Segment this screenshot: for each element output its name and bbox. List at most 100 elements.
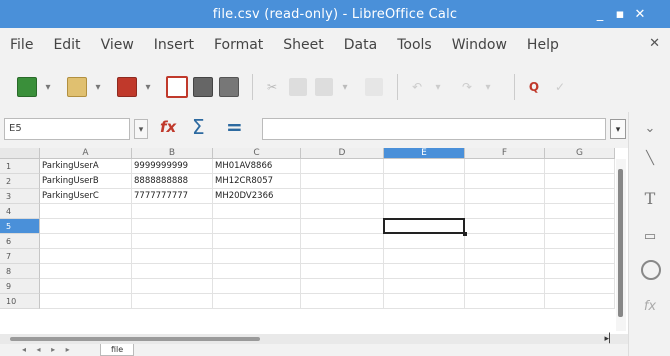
cell-f9[interactable]: [465, 279, 545, 294]
cell-e10[interactable]: [384, 294, 465, 309]
cell-f8[interactable]: [465, 264, 545, 279]
undo-dropdown-icon[interactable]: ▾: [432, 76, 444, 98]
cell-d8[interactable]: [301, 264, 384, 279]
cell-d4[interactable]: [301, 204, 384, 219]
vertical-scroll-thumb[interactable]: [618, 169, 623, 317]
sidebar-navigator-icon[interactable]: [641, 260, 661, 280]
clone-formatting-icon[interactable]: [363, 76, 385, 98]
cell-e4[interactable]: [384, 204, 465, 219]
row-header-1[interactable]: 1: [0, 159, 40, 174]
sidebar-functions-icon[interactable]: fx: [640, 296, 660, 316]
column-header-e[interactable]: E: [384, 148, 465, 159]
cell-e7[interactable]: [384, 249, 465, 264]
cell-c6[interactable]: [213, 234, 301, 249]
cell-a5[interactable]: [40, 219, 132, 234]
paste-icon[interactable]: [313, 76, 335, 98]
export-pdf-icon[interactable]: [166, 76, 188, 98]
menu-format[interactable]: Format: [204, 37, 273, 53]
cell-g7[interactable]: [545, 249, 615, 264]
cell-a7[interactable]: [40, 249, 132, 264]
spelling-icon[interactable]: ✓: [549, 76, 571, 98]
sidebar-properties-icon[interactable]: ╲: [640, 148, 660, 168]
cell-b6[interactable]: [132, 234, 213, 249]
cell-a2[interactable]: ParkingUserB: [40, 174, 132, 189]
cell-d10[interactable]: [301, 294, 384, 309]
row-header-8[interactable]: 8: [0, 264, 40, 279]
cell-f3[interactable]: [465, 189, 545, 204]
undo-icon[interactable]: ↶: [406, 76, 428, 98]
cell-e1[interactable]: [384, 159, 465, 174]
scroll-right-icon[interactable]: ▸▏: [605, 334, 616, 344]
cut-icon[interactable]: ✂: [261, 76, 283, 98]
cell-g6[interactable]: [545, 234, 615, 249]
cell-d5[interactable]: [301, 219, 384, 234]
row-header-10[interactable]: 10: [0, 294, 40, 309]
formula-icon[interactable]: =: [226, 115, 243, 139]
menu-insert[interactable]: Insert: [144, 37, 204, 53]
column-header-f[interactable]: F: [465, 148, 545, 159]
menu-sheet[interactable]: Sheet: [273, 37, 333, 53]
open-folder-icon[interactable]: [66, 76, 88, 98]
print-preview-icon[interactable]: [218, 76, 240, 98]
cell-a8[interactable]: [40, 264, 132, 279]
cell-d9[interactable]: [301, 279, 384, 294]
redo-dropdown-icon[interactable]: ▾: [482, 76, 494, 98]
cell-c3[interactable]: MH20DV2366: [213, 189, 301, 204]
cell-g3[interactable]: [545, 189, 615, 204]
menu-view[interactable]: View: [91, 37, 144, 53]
cell-b3[interactable]: 7777777777: [132, 189, 213, 204]
cell-d6[interactable]: [301, 234, 384, 249]
cell-e6[interactable]: [384, 234, 465, 249]
paste-dropdown-icon[interactable]: ▾: [339, 76, 351, 98]
cell-d1[interactable]: [301, 159, 384, 174]
sidebar-gallery-icon[interactable]: ▭: [640, 226, 660, 246]
menu-help[interactable]: Help: [517, 37, 569, 53]
row-header-9[interactable]: 9: [0, 279, 40, 294]
menu-data[interactable]: Data: [334, 37, 387, 53]
cell-b10[interactable]: [132, 294, 213, 309]
column-header-a[interactable]: A: [40, 148, 132, 159]
menu-tools[interactable]: Tools: [387, 37, 442, 53]
select-all-corner[interactable]: [0, 148, 40, 159]
save-icon[interactable]: [116, 76, 138, 98]
function-wizard-icon[interactable]: fx: [160, 118, 176, 136]
menu-window[interactable]: Window: [442, 37, 517, 53]
cell-e3[interactable]: [384, 189, 465, 204]
menu-file[interactable]: File: [0, 37, 43, 53]
close-document-button[interactable]: ✕: [649, 36, 660, 51]
sheet-tab[interactable]: file: [100, 344, 135, 356]
sidebar-styles-icon[interactable]: T: [640, 188, 660, 208]
spreadsheet-grid[interactable]: A B C D E F G 1 ParkingUserA 9999999999 MH01AV8866…: [0, 148, 628, 334]
cell-d2[interactable]: [301, 174, 384, 189]
copy-icon[interactable]: [287, 76, 309, 98]
cell-g9[interactable]: [545, 279, 615, 294]
cell-b5[interactable]: [132, 219, 213, 234]
cell-b7[interactable]: [132, 249, 213, 264]
cell-f7[interactable]: [465, 249, 545, 264]
row-header-6[interactable]: 6: [0, 234, 40, 249]
horizontal-scroll-thumb[interactable]: [10, 337, 260, 341]
cell-g1[interactable]: [545, 159, 615, 174]
cell-a9[interactable]: [40, 279, 132, 294]
cell-f6[interactable]: [465, 234, 545, 249]
cell-g5[interactable]: [545, 219, 615, 234]
cell-f5[interactable]: [465, 219, 545, 234]
cell-f1[interactable]: [465, 159, 545, 174]
cell-c7[interactable]: [213, 249, 301, 264]
maximize-button[interactable]: ▪: [610, 7, 630, 22]
find-replace-icon[interactable]: Q: [523, 76, 545, 98]
cell-f2[interactable]: [465, 174, 545, 189]
column-header-g[interactable]: G: [545, 148, 615, 159]
cell-g8[interactable]: [545, 264, 615, 279]
print-icon[interactable]: [192, 76, 214, 98]
sheet-nav-arrows[interactable]: ◂ ◂ ▸ ▸: [22, 345, 74, 354]
cell-f10[interactable]: [465, 294, 545, 309]
column-header-d[interactable]: D: [301, 148, 384, 159]
cell-b1[interactable]: 9999999999: [132, 159, 213, 174]
cell-b2[interactable]: 8888888888: [132, 174, 213, 189]
cell-a1[interactable]: ParkingUserA: [40, 159, 132, 174]
save-dropdown-icon[interactable]: ▾: [142, 76, 154, 98]
formula-input[interactable]: [262, 118, 606, 140]
redo-icon[interactable]: ↷: [456, 76, 478, 98]
cell-a10[interactable]: [40, 294, 132, 309]
